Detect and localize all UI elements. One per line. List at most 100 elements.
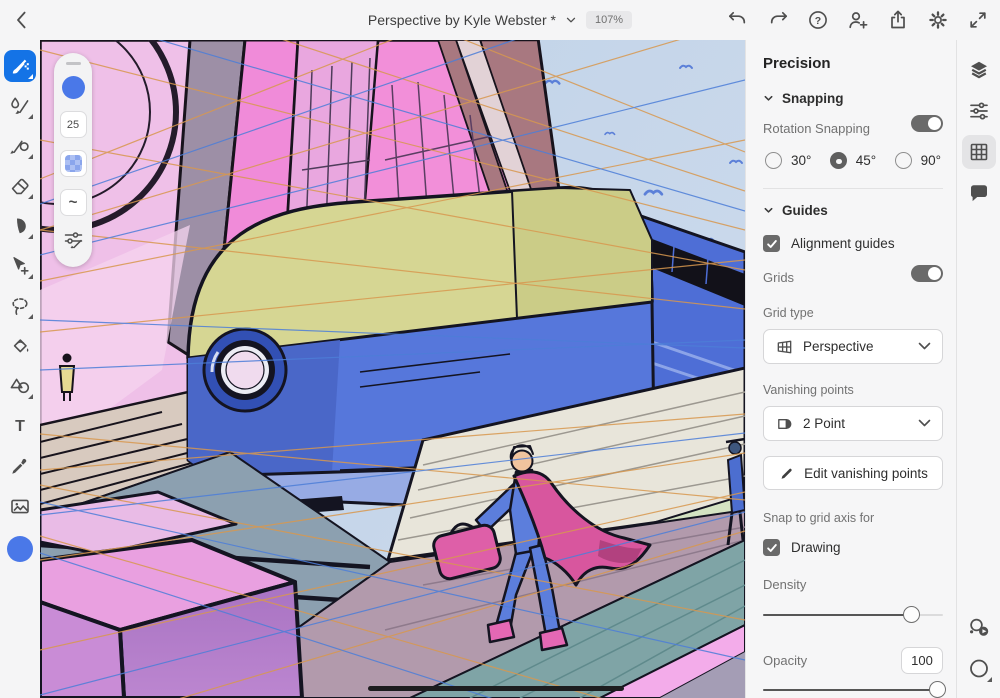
brush-settings-button[interactable] bbox=[63, 229, 84, 250]
snapping-section-header[interactable]: Snapping bbox=[763, 91, 943, 106]
edit-vanishing-label: Edit vanishing points bbox=[804, 466, 928, 481]
tool-move[interactable] bbox=[4, 250, 36, 282]
drawing-checkbox-row[interactable]: Drawing bbox=[763, 539, 943, 556]
svg-text:?: ? bbox=[815, 15, 821, 27]
undo-button[interactable] bbox=[722, 4, 754, 36]
right-rail bbox=[956, 40, 1000, 698]
rail-layers-button[interactable] bbox=[962, 53, 996, 87]
canvas-area: 25 ~ bbox=[40, 40, 745, 698]
tool-fill[interactable] bbox=[4, 330, 36, 362]
angle-option-30[interactable]: 30° bbox=[765, 152, 811, 169]
slider-fill bbox=[763, 614, 912, 616]
zoom-level-badge[interactable]: 107% bbox=[586, 11, 632, 29]
angle-option-90[interactable]: 90° bbox=[895, 152, 941, 169]
paint-bucket-icon bbox=[8, 334, 32, 358]
snapping-header-label: Snapping bbox=[782, 91, 844, 106]
topbar-actions: ? bbox=[722, 4, 994, 36]
brush-options-panel: 25 ~ bbox=[54, 53, 92, 267]
settings-button[interactable] bbox=[922, 4, 954, 36]
checkbox-checked-icon bbox=[763, 539, 780, 556]
brush-smoothing[interactable]: ~ bbox=[60, 189, 87, 216]
rotation-snapping-toggle[interactable] bbox=[911, 115, 943, 132]
radio-icon bbox=[765, 152, 782, 169]
brush-opacity-swatch[interactable] bbox=[60, 150, 87, 177]
mixer-brush-icon bbox=[8, 134, 32, 158]
density-slider-thumb[interactable] bbox=[903, 606, 920, 623]
rail-motion-button[interactable] bbox=[962, 611, 996, 645]
tool-pixel-brush[interactable] bbox=[4, 50, 36, 82]
canvas-artwork[interactable] bbox=[40, 40, 745, 698]
toggle-knob bbox=[928, 117, 941, 130]
rail-precision-button[interactable] bbox=[962, 135, 996, 169]
grids-label: Grids bbox=[763, 270, 794, 285]
panel-drag-handle[interactable] bbox=[66, 62, 81, 65]
motion-capture-icon bbox=[967, 616, 991, 640]
rail-comments-button[interactable] bbox=[962, 176, 996, 210]
redo-icon bbox=[766, 8, 790, 32]
fullscreen-button[interactable] bbox=[962, 4, 994, 36]
back-button[interactable] bbox=[6, 4, 38, 36]
share-icon bbox=[886, 8, 910, 32]
radio-selected-icon bbox=[830, 152, 847, 169]
text-tool-icon: T bbox=[8, 414, 32, 438]
tool-smudge[interactable] bbox=[4, 210, 36, 242]
help-button[interactable]: ? bbox=[802, 4, 834, 36]
grid-type-label: Grid type bbox=[763, 306, 943, 320]
alignment-guides-label: Alignment guides bbox=[791, 236, 895, 251]
shapes-icon bbox=[8, 374, 32, 398]
angle-options: 30° 45° 90° bbox=[763, 152, 943, 169]
fullscreen-icon bbox=[966, 8, 990, 32]
tool-shapes[interactable] bbox=[4, 370, 36, 402]
density-label: Density bbox=[763, 577, 943, 592]
grid-type-dropdown[interactable]: Perspective bbox=[763, 329, 943, 364]
add-person-icon bbox=[846, 8, 870, 32]
edit-vanishing-points-button[interactable]: Edit vanishing points bbox=[763, 456, 943, 490]
grid-type-value: Perspective bbox=[803, 339, 909, 354]
chevron-down-icon[interactable] bbox=[564, 13, 578, 27]
brush-size-thumb[interactable] bbox=[62, 76, 85, 99]
vanishing-points-dropdown[interactable]: 2 Point bbox=[763, 406, 943, 441]
opacity-slider-thumb[interactable] bbox=[929, 681, 946, 698]
chevron-down-icon bbox=[763, 205, 774, 216]
rail-color-button[interactable] bbox=[962, 652, 996, 686]
image-icon bbox=[8, 494, 32, 518]
opacity-label: Opacity bbox=[763, 653, 807, 668]
tool-text[interactable]: T bbox=[4, 410, 36, 442]
undo-icon bbox=[726, 8, 750, 32]
angle-option-45[interactable]: 45° bbox=[830, 152, 876, 169]
comment-bubble-icon bbox=[967, 181, 991, 205]
panel-title: Precision bbox=[763, 55, 943, 72]
move-transform-icon bbox=[8, 254, 32, 278]
grids-toggle[interactable] bbox=[911, 265, 943, 282]
invite-button[interactable] bbox=[842, 4, 874, 36]
opacity-value-input[interactable] bbox=[901, 647, 943, 674]
density-slider[interactable] bbox=[763, 606, 943, 623]
two-point-icon bbox=[775, 415, 794, 433]
angle-45-label: 45° bbox=[856, 153, 876, 168]
tool-mixer-brush[interactable] bbox=[4, 130, 36, 162]
eraser-icon bbox=[8, 174, 32, 198]
adjust-sliders-icon bbox=[967, 99, 991, 123]
vanishing-points-label: Vanishing points bbox=[763, 383, 943, 397]
current-color-swatch[interactable] bbox=[7, 536, 33, 562]
tool-eraser[interactable] bbox=[4, 170, 36, 202]
snap-axis-label: Snap to grid axis for bbox=[763, 511, 943, 525]
tool-eyedropper[interactable] bbox=[4, 450, 36, 482]
rail-brush-settings-button[interactable] bbox=[962, 94, 996, 128]
tool-place-image[interactable] bbox=[4, 490, 36, 522]
chevron-down-icon bbox=[918, 419, 931, 428]
angle-30-label: 30° bbox=[791, 153, 811, 168]
tool-sidebar: T bbox=[0, 40, 40, 698]
top-bar: Perspective by Kyle Webster * 107% ? bbox=[0, 0, 1000, 40]
tool-live-brush[interactable] bbox=[4, 90, 36, 122]
pixel-brush-icon bbox=[8, 54, 32, 78]
redo-button[interactable] bbox=[762, 4, 794, 36]
gear-icon bbox=[926, 8, 950, 32]
tool-lasso[interactable] bbox=[4, 290, 36, 322]
opacity-slider[interactable] bbox=[763, 681, 943, 698]
home-indicator[interactable] bbox=[368, 686, 624, 691]
share-button[interactable] bbox=[882, 4, 914, 36]
alignment-guides-checkbox-row[interactable]: Alignment guides bbox=[763, 235, 943, 252]
guides-section-header[interactable]: Guides bbox=[763, 203, 943, 218]
brush-size-value[interactable]: 25 bbox=[60, 111, 87, 138]
